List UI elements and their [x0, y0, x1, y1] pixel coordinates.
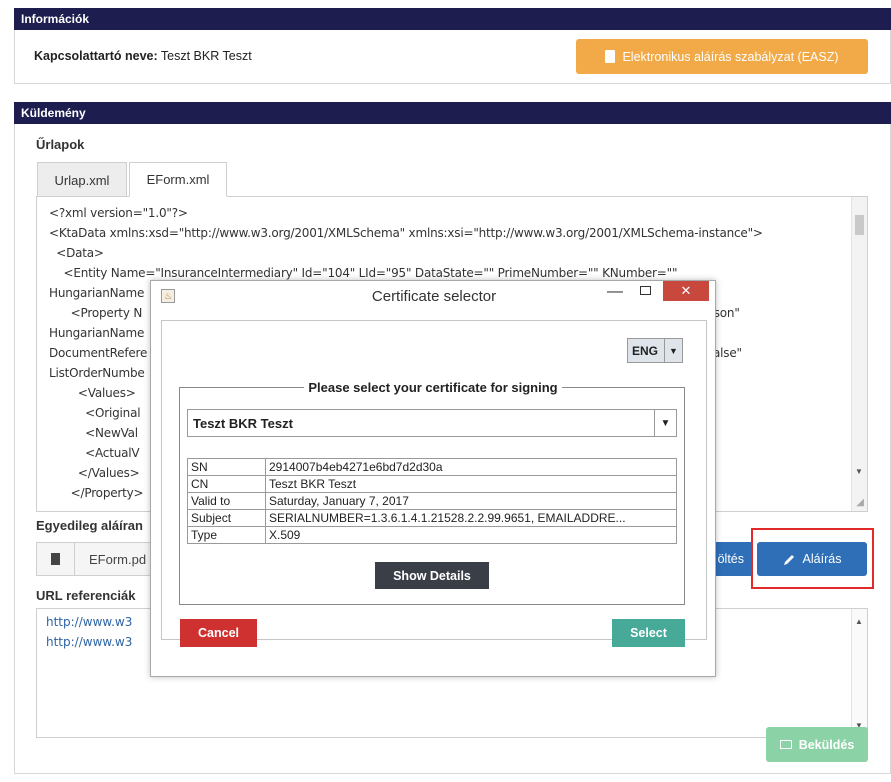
- xml-scrollbar[interactable]: ▼: [851, 197, 867, 511]
- individual-sign-label: Egyedileg aláíran: [36, 518, 143, 533]
- xml-line: <Original: [49, 406, 141, 420]
- file-name: EForm.pd: [89, 552, 147, 567]
- table-row: Subject SERIALNUMBER=1.3.6.1.4.1.21528.2…: [187, 509, 677, 527]
- xml-line: </Values>: [49, 466, 140, 480]
- chevron-down-icon: ▼: [664, 339, 682, 362]
- certificate-details-table: SN 2914007b4eb4271e6bd7d2d30a CN Teszt B…: [187, 458, 677, 544]
- policy-button-label: Elektronikus aláírás szabályzat (EASZ): [622, 49, 839, 64]
- fieldset-legend: Please select your certificate for signi…: [180, 379, 686, 397]
- xml-line: </Property>: [49, 486, 144, 500]
- scroll-up-arrow[interactable]: ▲: [855, 617, 863, 626]
- xml-line: <Entity Name="InsuranceIntermediary" Id=…: [49, 266, 678, 280]
- contact-label: Kapcsolattartó neve:: [34, 49, 158, 63]
- cert-key: Valid to: [187, 492, 266, 510]
- cert-value: Saturday, January 7, 2017: [265, 492, 677, 510]
- dialog-titlebar[interactable]: ♨ Certificate selector — ✕: [151, 281, 715, 311]
- certificate-dialog: ♨ Certificate selector — ✕ ENG ▼ Please …: [150, 280, 716, 677]
- xml-line: ListOrderNumbe: [49, 366, 145, 380]
- document-icon: [605, 50, 616, 63]
- url-item[interactable]: http://www.w3: [46, 635, 132, 649]
- xml-line: <Data>: [49, 246, 104, 260]
- cert-key: Type: [187, 526, 266, 544]
- url-item[interactable]: http://www.w3: [46, 615, 132, 629]
- certificate-select-value: Teszt BKR Teszt: [193, 416, 293, 431]
- scroll-down-arrow[interactable]: ▼: [855, 467, 863, 476]
- close-button[interactable]: ✕: [663, 281, 709, 301]
- forms-label: Űrlapok: [36, 137, 85, 152]
- contact-row: Kapcsolattartó neve: Teszt BKR Teszt: [34, 49, 252, 63]
- cert-key: CN: [187, 475, 266, 493]
- xml-line: <Property N: [49, 306, 143, 320]
- xml-line: <NewVal: [49, 426, 138, 440]
- cert-key: Subject: [187, 509, 266, 527]
- envelope-icon: [779, 740, 792, 749]
- table-row: Valid to Saturday, January 7, 2017: [187, 492, 677, 510]
- xml-line: HungarianName: [49, 286, 145, 300]
- policy-button[interactable]: Elektronikus aláírás szabályzat (EASZ): [576, 39, 868, 74]
- send-button-label: Beküldés: [798, 737, 855, 752]
- cert-value: 2914007b4eb4271e6bd7d2d30a: [265, 458, 677, 476]
- table-row: Type X.509: [187, 526, 677, 544]
- file-icon: [51, 553, 60, 565]
- xml-line: <KtaData xmlns:xsd="http://www.w3.org/20…: [49, 226, 763, 240]
- table-row: CN Teszt BKR Teszt: [187, 475, 677, 493]
- maximize-button[interactable]: [640, 286, 651, 295]
- tab-urlap[interactable]: Urlap.xml: [37, 162, 127, 197]
- contact-value: Teszt BKR Teszt: [160, 49, 252, 63]
- url-label: URL referenciák: [36, 588, 136, 603]
- xml-line: <ActualV: [49, 446, 140, 460]
- language-value: ENG: [632, 344, 659, 358]
- cert-key: SN: [187, 458, 266, 476]
- table-row: SN 2914007b4eb4271e6bd7d2d30a: [187, 458, 677, 476]
- download-button-label: öltés: [717, 552, 744, 566]
- info-panel-header: Információk: [14, 8, 891, 30]
- scrollbar-thumb[interactable]: [855, 215, 864, 235]
- chevron-down-icon: ▼: [654, 410, 676, 436]
- highlight-annotation: [751, 528, 874, 589]
- xml-fragment: alse": [713, 346, 742, 360]
- file-icon-cell: [37, 543, 75, 575]
- show-details-button[interactable]: Show Details: [375, 562, 489, 589]
- cert-value: SERIALNUMBER=1.3.6.1.4.1.21528.2.2.99.96…: [265, 509, 677, 527]
- xml-line: <Values>: [49, 386, 136, 400]
- cert-value: X.509: [265, 526, 677, 544]
- dialog-title: Certificate selector: [371, 288, 497, 305]
- resize-grip-icon[interactable]: ◢: [856, 497, 864, 508]
- cert-value: Teszt BKR Teszt: [265, 475, 677, 493]
- tab-eform[interactable]: EForm.xml: [129, 162, 227, 197]
- minimize-button[interactable]: —: [607, 283, 623, 301]
- cancel-button[interactable]: Cancel: [180, 619, 257, 647]
- shipment-panel-header: Küldemény: [14, 102, 891, 124]
- select-button[interactable]: Select: [612, 619, 685, 647]
- xml-line: <?xml version="1.0"?>: [49, 206, 188, 220]
- file-row[interactable]: EForm.pd: [36, 542, 156, 576]
- language-select[interactable]: ENG ▼: [627, 338, 683, 363]
- url-scrollbar[interactable]: ▲ ▼: [851, 609, 867, 737]
- legend-text: Please select your certificate for signi…: [304, 380, 562, 395]
- certificate-select[interactable]: Teszt BKR Teszt ▼: [187, 409, 677, 437]
- xml-line: DocumentRefere: [49, 346, 148, 360]
- send-button[interactable]: Beküldés: [766, 727, 868, 762]
- xml-line: HungarianName: [49, 326, 145, 340]
